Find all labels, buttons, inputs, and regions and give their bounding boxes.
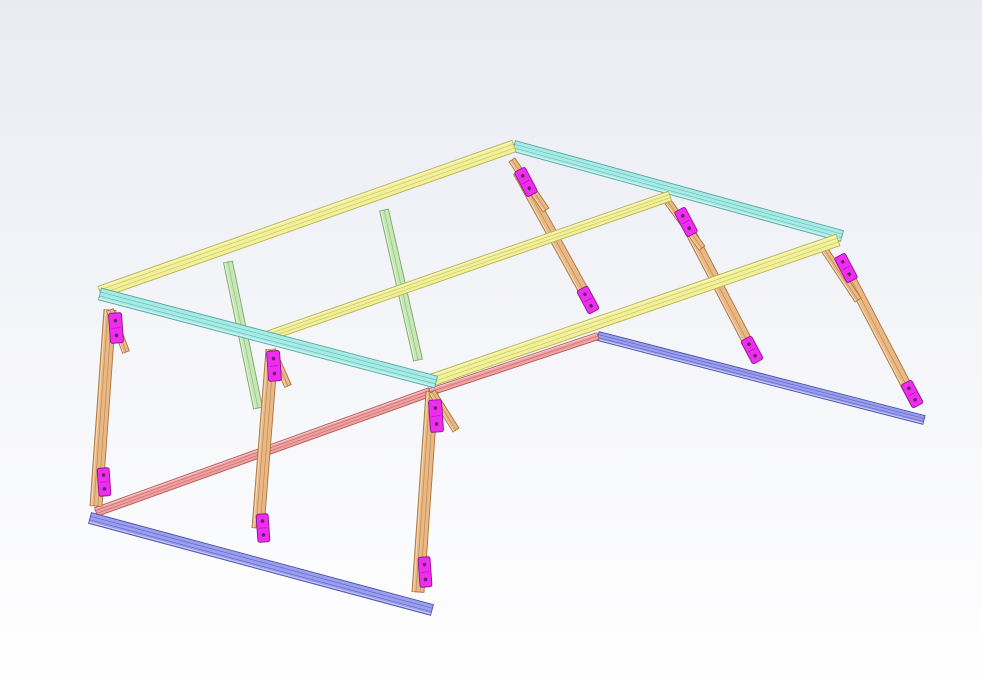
- bracket-10: [740, 335, 764, 365]
- top-right-rail: [511, 140, 845, 242]
- bracket-9: [674, 207, 698, 237]
- bracket-2: [96, 467, 112, 497]
- bracket-1: [108, 312, 124, 344]
- bracket-8: [576, 285, 600, 315]
- bracket-6: [417, 556, 433, 588]
- base-back-rail: [596, 331, 926, 425]
- bracket-5: [428, 399, 444, 433]
- frame-assembly-drawing: [88, 139, 926, 616]
- base-inner-rail: [428, 332, 600, 396]
- back-layer: [88, 331, 926, 616]
- bracket-12: [900, 379, 924, 409]
- cad-viewport[interactable]: [0, 0, 982, 696]
- top-layer: [97, 139, 845, 389]
- bracket-4: [255, 513, 271, 543]
- middle-layer: [223, 157, 922, 410]
- bracket-3: [266, 350, 282, 382]
